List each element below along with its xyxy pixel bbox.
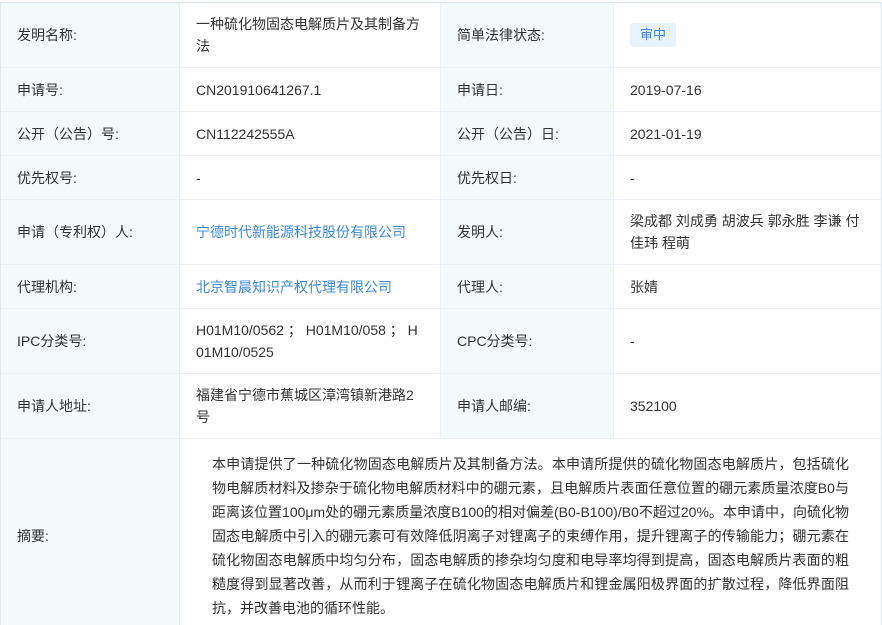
inventors-value: 梁成都 刘成勇 胡波兵 郭永胜 李谦 付佳玮 程萌 bbox=[614, 200, 881, 265]
priority-date-value: - bbox=[614, 156, 881, 200]
row-abstract: 摘要: 本申请提供了一种硫化物固态电解质片及其制备方法。本申请所提供的硫化物固态… bbox=[1, 439, 881, 625]
application-number-label: 申请号: bbox=[1, 68, 180, 112]
agency-cell: 北京智晨知识产权代理有限公司 bbox=[180, 265, 441, 309]
agency-label: 代理机构: bbox=[1, 265, 180, 309]
application-number-value: CN201910641267.1 bbox=[180, 68, 441, 112]
abstract-cell: 本申请提供了一种硫化物固态电解质片及其制备方法。本申请所提供的硫化物固态电解质片… bbox=[180, 439, 881, 625]
application-date-label: 申请日: bbox=[441, 68, 614, 112]
abstract-text: 本申请提供了一种硫化物固态电解质片及其制备方法。本申请所提供的硫化物固态电解质片… bbox=[196, 449, 865, 623]
simple-legal-status-label: 简单法律状态: bbox=[441, 3, 614, 68]
applicant-address-label: 申请人地址: bbox=[1, 374, 180, 439]
row-agency-agent: 代理机构: 北京智晨知识产权代理有限公司 代理人: 张婧 bbox=[1, 265, 881, 309]
row-address-postcode: 申请人地址: 福建省宁德市蕉城区漳湾镇新港路2号 申请人邮编: 352100 bbox=[1, 374, 881, 439]
row-application-number-date: 申请号: CN201910641267.1 申请日: 2019-07-16 bbox=[1, 68, 881, 112]
priority-number-label: 优先权号: bbox=[1, 156, 180, 200]
publication-number-label: 公开（公告）号: bbox=[1, 112, 180, 156]
ipc-class-label: IPC分类号: bbox=[1, 309, 180, 374]
priority-number-value: - bbox=[180, 156, 441, 200]
invention-title-value: 一种硫化物固态电解质片及其制备方法 bbox=[180, 3, 441, 68]
status-badge: 审中 bbox=[630, 23, 676, 47]
priority-date-label: 优先权日: bbox=[441, 156, 614, 200]
agent-value: 张婧 bbox=[614, 265, 881, 309]
publication-date-value: 2021-01-19 bbox=[614, 112, 881, 156]
invention-title-label: 发明名称: bbox=[1, 3, 180, 68]
publication-number-value: CN112242555A bbox=[180, 112, 441, 156]
agent-label: 代理人: bbox=[441, 265, 614, 309]
applicant-cell: 宁德时代新能源科技股份有限公司 bbox=[180, 200, 441, 265]
applicant-postcode-label: 申请人邮编: bbox=[441, 374, 614, 439]
row-title-status: 发明名称: 一种硫化物固态电解质片及其制备方法 简单法律状态: 审中 bbox=[1, 3, 881, 68]
abstract-label: 摘要: bbox=[1, 439, 180, 625]
patent-detail-table: 发明名称: 一种硫化物固态电解质片及其制备方法 简单法律状态: 审中 申请号: … bbox=[0, 2, 882, 625]
applicant-postcode-value: 352100 bbox=[614, 374, 881, 439]
row-applicant-inventors: 申请（专利权）人: 宁德时代新能源科技股份有限公司 发明人: 梁成都 刘成勇 胡… bbox=[1, 200, 881, 265]
application-date-value: 2019-07-16 bbox=[614, 68, 881, 112]
ipc-class-value: H01M10/0562 ； H01M10/058 ； H01M10/0525 bbox=[180, 309, 441, 374]
cpc-class-value: - bbox=[614, 309, 881, 374]
row-publication-number-date: 公开（公告）号: CN112242555A 公开（公告）日: 2021-01-1… bbox=[1, 112, 881, 156]
row-priority: 优先权号: - 优先权日: - bbox=[1, 156, 881, 200]
applicant-label: 申请（专利权）人: bbox=[1, 200, 180, 265]
cpc-class-label: CPC分类号: bbox=[441, 309, 614, 374]
agency-link[interactable]: 北京智晨知识产权代理有限公司 bbox=[196, 276, 392, 298]
applicant-link[interactable]: 宁德时代新能源科技股份有限公司 bbox=[196, 221, 406, 243]
simple-legal-status-cell: 审中 bbox=[614, 3, 881, 68]
row-ipc-cpc: IPC分类号: H01M10/0562 ； H01M10/058 ； H01M1… bbox=[1, 309, 881, 374]
inventors-label: 发明人: bbox=[441, 200, 614, 265]
applicant-address-value: 福建省宁德市蕉城区漳湾镇新港路2号 bbox=[180, 374, 441, 439]
publication-date-label: 公开（公告）日: bbox=[441, 112, 614, 156]
